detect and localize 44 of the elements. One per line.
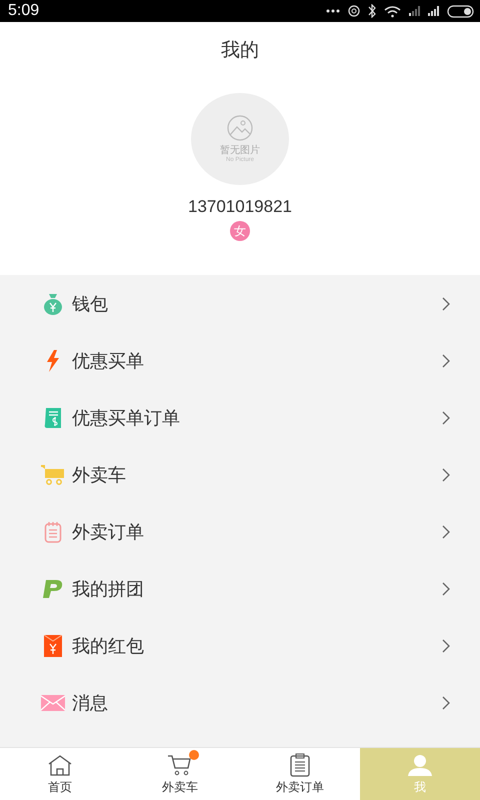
signal-icon	[409, 6, 420, 16]
battery-icon	[447, 4, 474, 18]
phone-number: 13701019821	[188, 197, 292, 217]
lightning-icon	[46, 350, 60, 372]
menu-item[interactable]: 优惠买单	[0, 332, 480, 389]
chevron-right-icon	[442, 524, 450, 538]
chevron-right-icon	[442, 410, 450, 424]
cart-icon	[167, 754, 193, 776]
more-dots-icon	[326, 9, 340, 13]
tab-bar-item[interactable]: 外卖订单	[240, 748, 360, 800]
image-placeholder-icon	[225, 115, 255, 141]
p-letter-icon	[42, 578, 64, 598]
menu-item[interactable]: 我的红包	[0, 617, 480, 674]
menu-item[interactable]: 优惠买单订单	[0, 389, 480, 446]
page-title: 我的	[221, 38, 259, 63]
wifi-icon	[384, 4, 401, 18]
chevron-right-icon	[442, 582, 450, 596]
receipt-icon	[44, 406, 62, 428]
chevron-right-icon	[442, 638, 450, 652]
chevron-right-icon	[442, 296, 450, 310]
house-icon	[47, 754, 73, 776]
avatar-caption: 暂无图片	[220, 144, 260, 156]
status-time: 5:09	[8, 2, 40, 20]
chevron-right-icon	[442, 468, 450, 482]
menu-item[interactable]: 外卖订单	[0, 503, 480, 560]
menu-item[interactable]: 外卖车	[0, 446, 480, 503]
cart-icon	[41, 464, 65, 484]
money-bag-icon	[43, 292, 63, 314]
gender-badge: 女	[230, 221, 250, 241]
signal-icon	[428, 6, 439, 16]
menu-item[interactable]: 消息	[0, 674, 480, 731]
menu-item[interactable]: 钱包	[0, 275, 480, 332]
menu-item[interactable]: 我的拼团	[0, 560, 480, 617]
bluetooth-icon	[368, 4, 376, 18]
hotspot-icon	[348, 5, 360, 17]
clipboard-list-icon	[290, 752, 310, 776]
person-icon	[407, 754, 433, 776]
tab-bar-item[interactable]: 首页	[0, 748, 120, 800]
money-envelope-icon	[44, 634, 62, 656]
envelope-icon	[41, 694, 65, 710]
tab-bar-item[interactable]: 外卖车	[120, 748, 240, 800]
chevron-right-icon	[442, 354, 450, 368]
notepad-icon	[44, 520, 62, 542]
chevron-right-icon	[442, 696, 450, 710]
